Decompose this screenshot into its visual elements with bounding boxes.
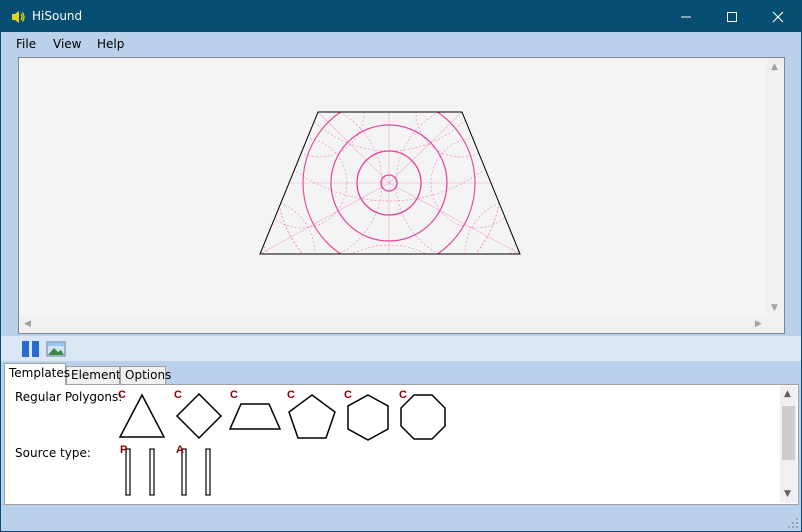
scroll-down-icon[interactable]: ▼ xyxy=(784,490,791,499)
maximize-icon xyxy=(727,11,737,22)
close-button[interactable] xyxy=(755,1,801,32)
menu-file[interactable]: File xyxy=(16,37,36,51)
minimize-icon xyxy=(681,16,691,17)
template-pentagon[interactable]: C xyxy=(286,389,338,440)
scroll-right-icon[interactable]: ▶ xyxy=(755,320,762,329)
status-bar xyxy=(1,507,801,531)
source-point[interactable]: P xyxy=(119,444,159,497)
tool-strip xyxy=(1,336,801,361)
minimize-button[interactable] xyxy=(663,1,709,32)
template-tag: C xyxy=(287,389,295,401)
speaker-icon xyxy=(12,11,25,23)
template-tag: C xyxy=(344,389,352,401)
pause-icon[interactable] xyxy=(21,340,41,358)
resize-grip-icon[interactable] xyxy=(787,517,799,529)
source-area[interactable]: A xyxy=(175,444,215,497)
menu-view[interactable]: View xyxy=(53,37,81,51)
scroll-left-icon[interactable]: ◀ xyxy=(24,320,31,329)
scroll-up-icon[interactable]: ▲ xyxy=(771,63,778,72)
template-trapezoid[interactable]: C xyxy=(228,389,283,440)
canvas-horizontal-scrollbar[interactable]: ◀ ▶ xyxy=(19,316,767,333)
source-tag: P xyxy=(120,444,128,456)
scroll-corner xyxy=(767,316,784,333)
template-tag: C xyxy=(230,389,238,401)
menu-help[interactable]: Help xyxy=(97,37,124,51)
templates-panel: Regular Polygons: Source type: C C C C C… xyxy=(4,384,799,505)
template-tag: C xyxy=(399,389,407,401)
source-tag: A xyxy=(176,444,184,456)
templates-vertical-scrollbar[interactable]: ▲ ▼ xyxy=(780,386,797,503)
window-title: HiSound xyxy=(32,9,83,23)
tab-elements[interactable]: Elements xyxy=(66,366,127,385)
template-hexagon[interactable]: C xyxy=(343,389,393,442)
template-triangle[interactable]: C xyxy=(117,389,167,440)
template-tag: C xyxy=(118,389,126,401)
wave-pattern xyxy=(260,112,520,254)
maximize-button[interactable] xyxy=(709,1,755,32)
tab-templates[interactable]: Templates xyxy=(4,363,70,385)
template-square[interactable]: C xyxy=(173,389,223,440)
template-tag: C xyxy=(174,389,182,401)
canvas-vertical-scrollbar[interactable]: ▲ ▼ xyxy=(767,58,784,317)
title-bar[interactable]: HiSound xyxy=(1,1,801,32)
scroll-down-icon[interactable]: ▼ xyxy=(771,304,778,313)
scroll-up-icon[interactable]: ▲ xyxy=(784,390,791,399)
tab-options[interactable]: Options xyxy=(120,366,171,385)
close-icon xyxy=(772,11,784,22)
regular-polygons-label: Regular Polygons: xyxy=(15,390,123,404)
template-octagon[interactable]: C xyxy=(398,389,448,442)
sound-field-view[interactable] xyxy=(19,58,767,317)
image-icon[interactable] xyxy=(46,340,66,358)
tab-bar: Templates Elements Options xyxy=(1,363,801,385)
scroll-thumb[interactable] xyxy=(782,406,795,460)
sound-canvas-panel[interactable]: ▲ ▼ ◀ ▶ xyxy=(18,57,785,334)
app-window: HiSound File View Help ▲ ▼ ◀ ▶ Templates… xyxy=(0,0,802,532)
menu-bar: File View Help xyxy=(1,32,801,55)
source-type-label: Source type: xyxy=(15,446,91,460)
